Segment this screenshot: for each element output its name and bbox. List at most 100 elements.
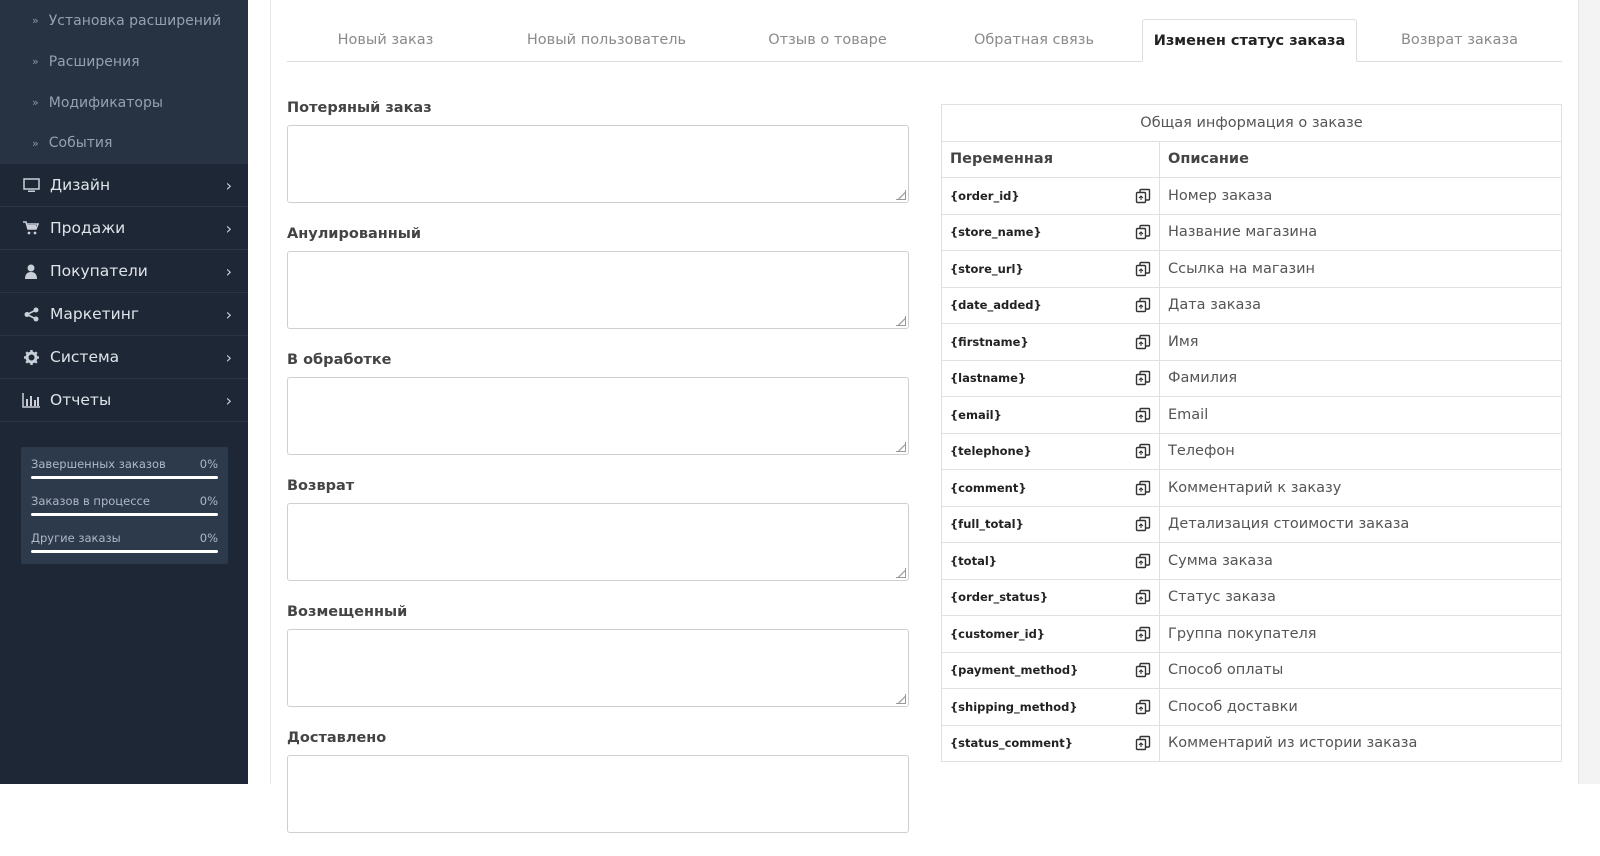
stat-label: Другие заказы (31, 531, 121, 545)
copy-icon[interactable] (1135, 407, 1151, 423)
copy-icon[interactable] (1135, 480, 1151, 496)
chevron-right-icon: › (225, 304, 232, 324)
copy-icon[interactable] (1135, 443, 1151, 459)
variable-name: {telephone} (950, 444, 1032, 459)
template-tabs: Новый заказ Новый пользователь Отзыв о т… (287, 19, 1562, 62)
sidebar-item-system[interactable]: Система › (0, 336, 248, 379)
description-cell: Группа покупателя (1159, 615, 1562, 653)
sidebar-sub-item[interactable]: » Расширения (0, 41, 248, 82)
tab-new-order[interactable]: Новый заказ (287, 19, 484, 61)
double-chevron-icon: » (32, 55, 39, 68)
textarea-cancelled[interactable] (287, 251, 909, 329)
copy-icon[interactable] (1135, 626, 1151, 642)
copy-icon[interactable] (1135, 553, 1151, 569)
tab-product-review[interactable]: Отзыв о товаре (729, 19, 926, 61)
order-stats-panel: Завершенных заказов 0% Заказов в процесс… (21, 447, 228, 564)
variable-name: {comment} (950, 480, 1027, 495)
description-cell: Ссылка на магазин (1159, 250, 1562, 288)
description-cell: Название магазина (1159, 213, 1562, 251)
description-cell: Email (1159, 396, 1562, 434)
variable-cell: {comment} (941, 469, 1160, 507)
cart-icon (22, 219, 40, 237)
description-cell: Фамилия (1159, 359, 1562, 397)
sidebar-item-design[interactable]: Дизайн › (0, 164, 248, 207)
variable-cell: {order_status} (941, 578, 1160, 616)
textarea-processing[interactable] (287, 377, 909, 455)
bar-chart-icon (22, 391, 40, 409)
variables-table: Общая информация о заказе Переменная Опи… (941, 104, 1562, 762)
copy-icon[interactable] (1135, 516, 1151, 532)
table-row: {total} Сумма заказа (941, 542, 1562, 580)
table-row: {firstname} Имя (941, 323, 1562, 361)
table-row: {telephone} Телефон (941, 432, 1562, 470)
variable-cell: {total} (941, 542, 1160, 580)
table-caption: Общая информация о заказе (941, 104, 1562, 142)
table-row: {date_added} Дата заказа (941, 286, 1562, 324)
double-chevron-icon: » (32, 136, 39, 150)
copy-icon[interactable] (1135, 297, 1151, 313)
resize-handle[interactable] (896, 694, 906, 704)
table-row: {email} Email (941, 396, 1562, 434)
stat-value: 0% (199, 531, 218, 545)
copy-icon[interactable] (1135, 224, 1151, 240)
sidebar-sub-item[interactable]: » Установка расширений (0, 0, 248, 41)
variable-cell: {full_total} (941, 505, 1160, 543)
chevron-right-icon: › (225, 347, 232, 367)
description-cell: Номер заказа (1159, 177, 1562, 215)
stat-value: 0% (199, 494, 218, 508)
resize-handle[interactable] (896, 316, 906, 326)
copy-icon[interactable] (1135, 188, 1151, 204)
textarea-lost-order[interactable] (287, 125, 909, 203)
variable-cell: {store_url} (941, 250, 1160, 288)
chevron-right-icon: › (225, 218, 232, 238)
tab-order-status-changed[interactable]: Изменен статус заказа (1142, 19, 1357, 62)
table-row: {lastname} Фамилия (941, 359, 1562, 397)
resize-handle[interactable] (896, 568, 906, 578)
variable-name: {shipping_method} (950, 699, 1078, 714)
textarea-delivered[interactable] (287, 755, 909, 833)
variable-name: {date_added} (950, 298, 1042, 313)
sidebar-item-reports[interactable]: Отчеты › (0, 379, 248, 422)
copy-icon[interactable] (1135, 589, 1151, 605)
variable-name: {firstname} (950, 334, 1029, 349)
description-cell: Телефон (1159, 432, 1562, 470)
copy-icon[interactable] (1135, 735, 1151, 751)
textarea-refunded[interactable] (287, 629, 909, 707)
field-label: Доставлено (287, 730, 387, 746)
tab-new-user[interactable]: Новый пользователь (484, 19, 729, 61)
stat-progress-bar (31, 550, 218, 553)
table-row: {shipping_method} Способ доставки (941, 688, 1562, 726)
stat-other: Другие заказы 0% (31, 531, 218, 553)
variable-cell: {date_added} (941, 286, 1160, 324)
copy-icon[interactable] (1135, 261, 1151, 277)
variable-name: {email} (950, 407, 1002, 422)
sidebar-sub-item[interactable]: » События (0, 123, 248, 164)
table-row: {full_total} Детализация стоимости заказа (941, 505, 1562, 543)
sidebar-sub-item[interactable]: » Модификаторы (0, 82, 248, 123)
sidebar-item-sales[interactable]: Продажи › (0, 207, 248, 250)
field-label: Возмещенный (287, 604, 408, 620)
sidebar-item-customers[interactable]: Покупатели › (0, 250, 248, 293)
sidebar-item-marketing[interactable]: Маркетинг › (0, 293, 248, 336)
stat-completed: Завершенных заказов 0% (31, 457, 218, 479)
copy-icon[interactable] (1135, 370, 1151, 386)
column-header-variable: Переменная (941, 140, 1160, 178)
description-cell: Способ доставки (1159, 688, 1562, 726)
copy-icon[interactable] (1135, 334, 1151, 350)
resize-handle[interactable] (896, 442, 906, 452)
resize-handle[interactable] (896, 190, 906, 200)
description-cell: Дата заказа (1159, 286, 1562, 324)
copy-icon[interactable] (1135, 662, 1151, 678)
tab-feedback[interactable]: Обратная связь (926, 19, 1142, 61)
variable-cell: {telephone} (941, 432, 1160, 470)
chevron-right-icon: › (225, 175, 232, 195)
copy-icon[interactable] (1135, 699, 1151, 715)
variable-cell: {order_id} (941, 177, 1160, 215)
gear-icon (22, 348, 40, 366)
sidebar-item-label: Дизайн (50, 176, 111, 194)
column-header-description: Описание (1159, 140, 1562, 178)
variable-name: {total} (950, 553, 997, 568)
textarea-return[interactable] (287, 503, 909, 581)
tab-order-return[interactable]: Возврат заказа (1357, 19, 1562, 61)
chevron-right-icon: › (225, 261, 232, 281)
